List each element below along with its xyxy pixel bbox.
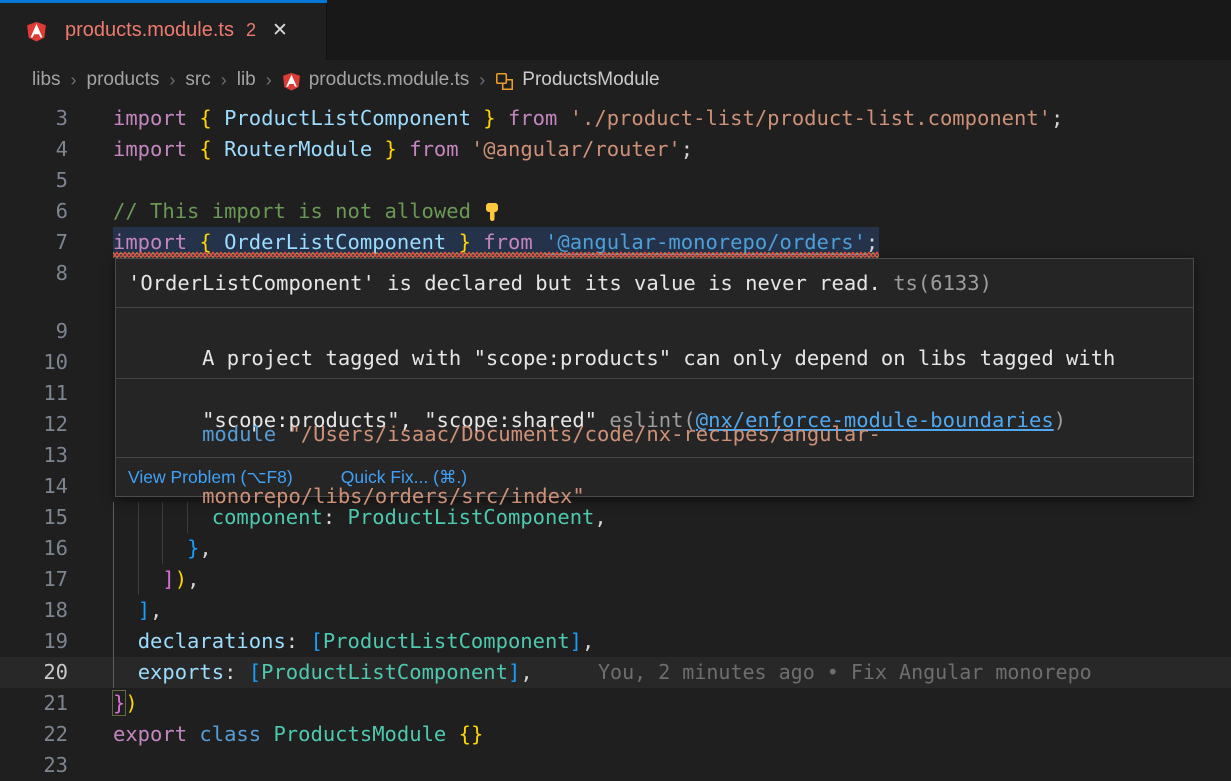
hover-diagnostic-eslint: A project tagged with "scope:products" c… — [116, 308, 1193, 378]
class-symbol-icon — [495, 72, 514, 91]
line-number[interactable]: 3 — [0, 103, 68, 134]
line-number[interactable]: 20 — [0, 657, 68, 688]
line-number[interactable]: 18 — [0, 595, 68, 626]
line-number[interactable]: 5 — [0, 165, 68, 196]
code-line[interactable]: 19 declarations: [ProductListComponent], — [0, 626, 1231, 657]
close-icon[interactable]: ✕ — [272, 19, 288, 42]
line-number[interactable]: 7 — [0, 227, 68, 258]
eslint-source-suffix: ) — [1054, 408, 1066, 432]
line-number[interactable]: 23 — [0, 750, 68, 781]
editor-tab[interactable]: products.module.ts 2 ✕ — [0, 0, 327, 60]
breadcrumb-separator: › — [479, 70, 485, 91]
diagnostic-source: ts(6133) — [881, 271, 992, 295]
line-number[interactable]: 14 — [0, 471, 68, 502]
eslint-message-line1: A project tagged with "scope:products" c… — [202, 346, 1115, 370]
code-text: // This import is not allowed — [113, 196, 501, 227]
problems-badge: 2 — [246, 20, 256, 41]
code-line[interactable]: 3 import { ProductListComponent } from '.… — [0, 103, 1231, 134]
line-number[interactable]: 17 — [0, 564, 68, 595]
code-line[interactable]: 20 exports: [ProductListComponent], You, … — [0, 657, 1231, 688]
line-number[interactable]: 9 — [0, 316, 68, 347]
breadcrumb-item-products[interactable]: products — [87, 69, 160, 91]
code-line[interactable]: 21}) — [0, 688, 1231, 719]
code-text: export class ProductsModule {} — [113, 719, 483, 750]
line-number[interactable]: 21 — [0, 688, 68, 719]
git-blame-annotation: You, 2 minutes ago • Fix Angular monorep… — [598, 657, 1092, 688]
view-problem-action[interactable]: View Problem (⌥F8) — [128, 467, 293, 488]
breadcrumb-file[interactable]: products.module.ts — [309, 69, 470, 91]
line-number[interactable]: 22 — [0, 719, 68, 750]
diagnostic-message: 'OrderListComponent' is declared but its… — [128, 271, 881, 295]
code-line[interactable]: 4 import { RouterModule } from '@angular/… — [0, 134, 1231, 165]
breadcrumb-separator: › — [266, 70, 272, 91]
hover-diagnostic-ts: 'OrderListComponent' is declared but its… — [116, 259, 1193, 307]
active-tab-indicator — [0, 0, 327, 3]
line-number[interactable]: 11 — [0, 378, 68, 409]
code-text: ]), — [113, 564, 199, 595]
tab-bar: products.module.ts 2 ✕ — [0, 0, 1231, 60]
code-line[interactable]: 16 }, — [0, 533, 1231, 564]
breadcrumb-item-src[interactable]: src — [185, 69, 210, 91]
code-text: ], — [113, 595, 162, 626]
code-line[interactable]: 18 ], — [0, 595, 1231, 626]
code-text: import { ProductListComponent } from './… — [113, 103, 1063, 134]
breadcrumb: libs › products › src › lib › products.m… — [0, 60, 1231, 100]
error-hover-popup: 'OrderListComponent' is declared but its… — [115, 258, 1194, 497]
line-number[interactable]: 13 — [0, 440, 68, 471]
angular-icon — [26, 21, 47, 42]
line-number[interactable]: 8 — [0, 258, 68, 289]
line-number[interactable]: 16 — [0, 533, 68, 564]
breadcrumb-symbol[interactable]: ProductsModule — [522, 69, 659, 91]
angular-icon — [282, 72, 301, 91]
module-path-line1: "/Users/isaac/Documents/code/nx-recipes/… — [276, 422, 881, 446]
code-line[interactable]: 22 export class ProductsModule {} — [0, 719, 1231, 750]
breadcrumb-separator: › — [169, 70, 175, 91]
code-line[interactable]: 17 ]), — [0, 564, 1231, 595]
line-number[interactable]: 10 — [0, 347, 68, 378]
code-line[interactable]: 23 — [0, 750, 1231, 781]
code-text: exports: [ProductListComponent], — [113, 657, 533, 688]
breadcrumb-separator: › — [221, 70, 227, 91]
quick-fix-action[interactable]: Quick Fix... (⌘.) — [341, 467, 467, 488]
editor[interactable]: 3 import { ProductListComponent } from '.… — [0, 100, 1231, 780]
tab-label: products.module.ts — [65, 19, 234, 42]
module-path-line2: monorepo/libs/orders/src/index" — [202, 484, 585, 508]
line-number[interactable]: 4 — [0, 134, 68, 165]
code-text: declarations: [ProductListComponent], — [113, 626, 594, 657]
line-number[interactable]: 15 — [0, 502, 68, 533]
code-line[interactable]: 5 — [0, 165, 1231, 196]
code-text: import { RouterModule } from '@angular/r… — [113, 134, 693, 165]
code-text: }) — [113, 688, 138, 719]
code-line[interactable]: 7import { OrderListComponent } from '@an… — [0, 227, 1231, 258]
line-number[interactable]: 6 — [0, 196, 68, 227]
breadcrumb-item-lib[interactable]: lib — [237, 69, 256, 91]
line-number[interactable]: 19 — [0, 626, 68, 657]
pointing-down-icon — [483, 202, 501, 222]
breadcrumb-separator: › — [71, 70, 77, 91]
code-line[interactable]: 6 // This import is not allowed — [0, 196, 1231, 227]
module-keyword: module — [202, 422, 276, 446]
line-number[interactable]: 12 — [0, 409, 68, 440]
breadcrumb-item-libs[interactable]: libs — [32, 69, 61, 91]
